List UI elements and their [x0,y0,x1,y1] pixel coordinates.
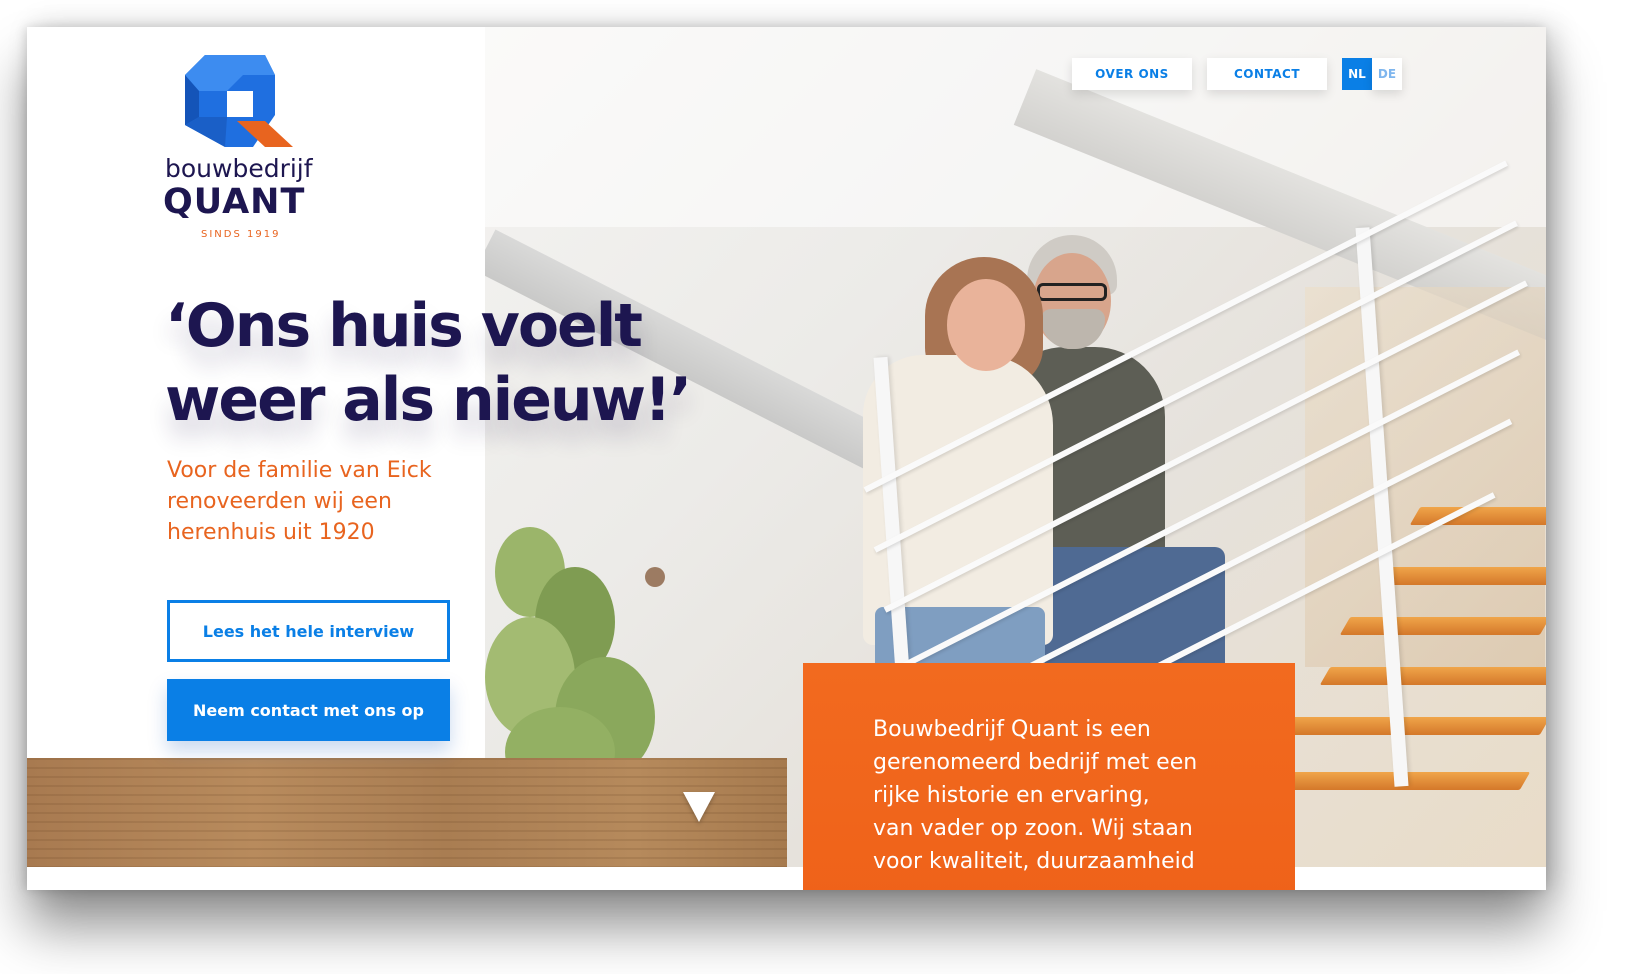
hero-headline: ‘Ons huis voelt weer als nieuw!’ [165,289,785,437]
intro-line1: Bouwbedrijf Quant is een [873,717,1151,742]
read-interview-button[interactable]: Lees het hele interview [167,600,450,662]
hero-subline-line3: herenhuis uit 1920 [167,520,375,545]
logo-wordmark-line2: QUANT [163,182,306,222]
plant-decoration [485,507,685,797]
language-nl-button[interactable]: NL [1342,58,1372,90]
company-intro-box: Bouwbedrijf Quant is een gerenomeerd bed… [803,663,1295,890]
nav-over-ons-button[interactable]: OVER ONS [1072,58,1192,90]
logo-wordmark-line1: bouwbedrijf [165,154,313,183]
intro-line4: van vader op zoon. Wij staan [873,816,1193,841]
company-intro-text: Bouwbedrijf Quant is een gerenomeerd bed… [873,713,1213,878]
hero-subline-line2: renoveerden wij een [167,489,392,514]
hero-subline: Voor de familie van Eick renoveerden wij… [167,455,467,548]
hero-headline-line1: ‘Ons huis voelt [165,291,643,361]
wood-floor-strip [27,758,787,867]
contact-us-button[interactable]: Neem contact met ons op [167,679,450,741]
intro-line5: voor kwaliteit, duurzaamheid [873,849,1195,874]
hero-subline-line1: Voor de familie van Eick [167,458,432,483]
language-de-button[interactable]: DE [1372,58,1402,90]
hero-headline-line2: weer als nieuw!’ [165,365,692,435]
nav-contact-button[interactable]: CONTACT [1207,58,1327,90]
intro-line2: gerenomeerd bedrijf met een [873,750,1198,775]
intro-line3: rijke historie en ervaring, [873,783,1150,808]
chevron-down-icon[interactable] [683,792,715,822]
browser-viewport: bouwbedrijf QUANT SINDS 1919 ‘Ons huis v… [27,27,1546,890]
logo-tagline: SINDS 1919 [201,229,281,240]
